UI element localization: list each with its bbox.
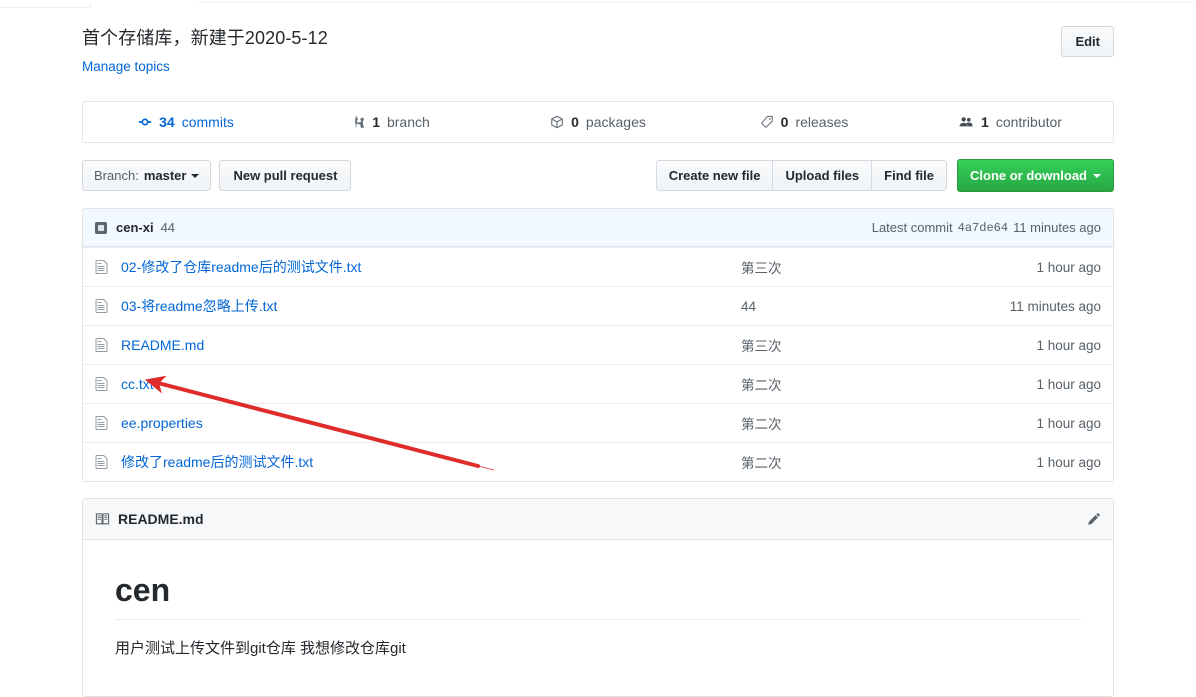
stat-contributors[interactable]: 1 contributor — [907, 102, 1113, 142]
stat-branches-count: 1 — [372, 114, 380, 130]
book-icon — [95, 512, 110, 527]
file-link[interactable]: 修改了readme后的测试文件.txt — [121, 452, 741, 472]
manage-topics-link[interactable]: Manage topics — [82, 59, 170, 74]
file-link[interactable]: 03-将readme忽略上传.txt — [121, 296, 741, 316]
create-new-file-button[interactable]: Create new file — [656, 161, 774, 190]
readme-panel: README.md cen 用户测试上传文件到git仓库 我想修改仓库git — [82, 498, 1114, 697]
pencil-icon[interactable] — [1086, 512, 1101, 527]
file-link[interactable]: ee.properties — [121, 415, 741, 431]
file-commit-message: 第二次 — [741, 417, 782, 432]
chevron-down-icon — [191, 173, 200, 178]
people-icon — [958, 115, 974, 129]
new-pull-request-button[interactable]: New pull request — [219, 160, 352, 191]
tag-icon — [760, 115, 774, 129]
file-commit-message: 第二次 — [741, 378, 782, 393]
readme-heading: cen — [115, 570, 1081, 620]
stat-contributors-label: contributor — [995, 114, 1062, 130]
file-commit-message: 第三次 — [741, 339, 782, 354]
git-commit-icon — [138, 115, 152, 129]
table-row[interactable]: 02-修改了仓库readme后的测试文件.txt 第三次 1 hour ago — [83, 247, 1113, 286]
latest-commit-meta: Latest commit 4a7de64 11 minutes ago — [872, 220, 1101, 235]
file-link[interactable]: cc.txt — [121, 376, 741, 392]
file-icon — [95, 415, 111, 431]
readme-title: README.md — [118, 511, 204, 527]
clone-or-download-label: Clone or download — [970, 168, 1087, 183]
repository-page: 首个存储库，新建于2020-5-12 Manage topics Edit 34… — [0, 8, 1196, 697]
readme-paragraph: 用户测试上传文件到git仓库 我想修改仓库git — [115, 640, 406, 657]
file-icon — [95, 259, 111, 275]
file-commit-age: 11 minutes ago — [1009, 298, 1101, 314]
avatar — [95, 221, 107, 234]
stat-commits-count: 34 — [159, 114, 175, 130]
latest-commit-age: 11 minutes ago — [1013, 220, 1101, 235]
upload-files-button[interactable]: Upload files — [773, 161, 873, 190]
branch-name-label: master — [143, 168, 187, 183]
table-row[interactable]: 03-将readme忽略上传.txt 44 11 minutes ago — [83, 286, 1113, 325]
file-commit-message: 第二次 — [741, 456, 782, 471]
file-commit-age: 1 hour ago — [1036, 415, 1101, 431]
commit-sha-link[interactable]: 4a7de64 — [958, 221, 1008, 235]
file-commit-age: 1 hour ago — [1036, 454, 1101, 470]
file-action-button-group: Create new file Upload files Find file — [655, 160, 947, 191]
repository-header: 首个存储库，新建于2020-5-12 Manage topics Edit — [82, 8, 1114, 74]
stat-branches-label: branch — [386, 114, 430, 130]
file-link[interactable]: README.md — [121, 337, 741, 353]
git-branch-icon — [354, 115, 365, 129]
table-row[interactable]: ee.properties 第二次 1 hour ago — [83, 403, 1113, 442]
file-commit-age: 1 hour ago — [1036, 376, 1101, 392]
find-file-button[interactable]: Find file — [872, 161, 946, 190]
toolbar-right-group: Create new file Upload files Find file C… — [655, 159, 1114, 192]
branch-prefix-label: Branch: — [94, 168, 139, 183]
stat-branches[interactable]: 1 branch — [289, 102, 495, 142]
table-row[interactable]: README.md 第三次 1 hour ago — [83, 325, 1113, 364]
file-commit-message: 44 — [741, 298, 757, 314]
file-listing-table: cen-xi 44 Latest commit 4a7de64 11 minut… — [82, 208, 1114, 482]
stat-releases-label: releases — [795, 114, 849, 130]
file-commit-message: 第三次 — [741, 261, 782, 276]
table-row[interactable]: cc.txt 第二次 1 hour ago — [83, 364, 1113, 403]
stat-contributors-count: 1 — [981, 114, 989, 130]
file-commit-age: 1 hour ago — [1036, 259, 1101, 275]
repository-stats-bar: 34 commits 1 branch 0 packages 0 release… — [82, 101, 1114, 143]
table-row[interactable]: 修改了readme后的测试文件.txt 第二次 1 hour ago — [83, 442, 1113, 481]
stat-packages-count: 0 — [571, 114, 579, 130]
stat-commits-label: commits — [181, 114, 234, 130]
edit-button[interactable]: Edit — [1061, 26, 1114, 57]
readme-header: README.md — [83, 499, 1113, 540]
file-icon — [95, 337, 111, 353]
stat-packages-label: packages — [585, 114, 646, 130]
file-icon — [95, 298, 111, 314]
package-icon — [550, 115, 564, 129]
repository-description: 首个存储库，新建于2020-5-12 — [82, 28, 328, 48]
latest-commit-message[interactable]: 44 — [161, 220, 175, 235]
branch-select-button[interactable]: Branch: master — [82, 160, 212, 191]
file-icon — [95, 454, 111, 470]
latest-commit-label: Latest commit — [871, 220, 953, 235]
latest-commit-bar: cen-xi 44 Latest commit 4a7de64 11 minut… — [83, 209, 1113, 247]
file-link[interactable]: 02-修改了仓库readme后的测试文件.txt — [121, 257, 741, 277]
readme-body: cen 用户测试上传文件到git仓库 我想修改仓库git — [83, 540, 1113, 696]
chevron-down-icon — [1093, 173, 1101, 178]
cut-off-top-bar — [0, 0, 1196, 8]
stat-releases-count: 0 — [780, 114, 789, 130]
stat-commits[interactable]: 34 commits — [83, 102, 289, 142]
commit-author-link[interactable]: cen-xi — [116, 220, 154, 235]
file-commit-age: 1 hour ago — [1036, 337, 1101, 353]
stat-releases[interactable]: 0 releases — [701, 102, 907, 142]
file-icon — [95, 376, 111, 392]
repository-toolbar: Branch: master New pull request Create n… — [82, 159, 1114, 192]
clone-or-download-button[interactable]: Clone or download — [957, 159, 1114, 192]
stat-packages[interactable]: 0 packages — [495, 102, 701, 142]
